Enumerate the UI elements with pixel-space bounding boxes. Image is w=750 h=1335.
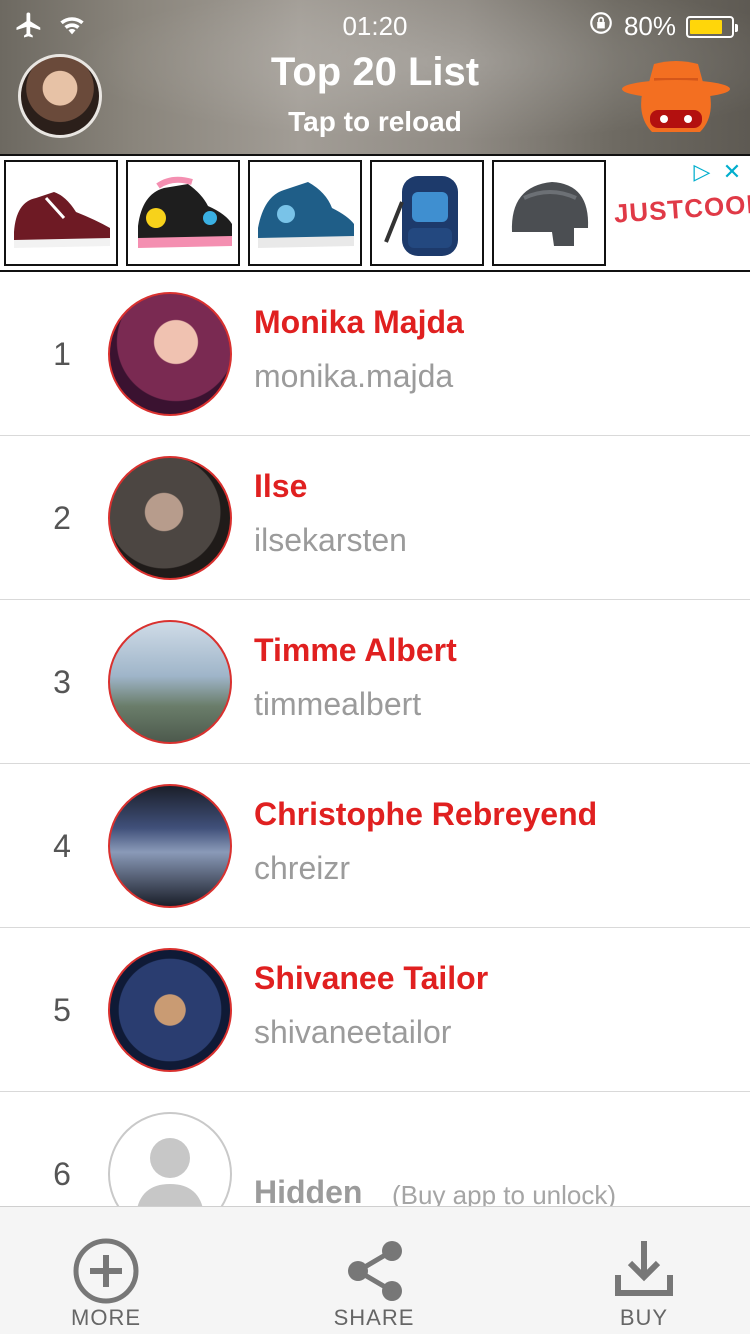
list-item[interactable]: 1 Monika Majda monika.majda	[0, 272, 750, 436]
user-name: Timme Albert	[254, 632, 457, 668]
rank-number: 6	[53, 1156, 71, 1192]
user-handle: shivaneetailor	[254, 1014, 452, 1050]
list-item[interactable]: 5 Shivanee Tailor shivaneetailor	[0, 928, 750, 1092]
buy-label: BUY	[619, 1305, 669, 1330]
adchoices-icon[interactable]: ▷	[688, 158, 716, 186]
orientation-lock-icon	[588, 10, 614, 43]
status-right: 80%	[588, 10, 738, 43]
rank-number: 3	[53, 664, 71, 700]
avatar[interactable]	[108, 784, 232, 908]
share-label: SHARE	[333, 1305, 415, 1330]
ad-item-sneaker[interactable]	[4, 160, 118, 266]
rank-number: 1	[53, 336, 71, 372]
rank-number: 4	[53, 828, 71, 864]
ad-item-helmet[interactable]	[492, 160, 606, 266]
status-bar: 01:20 80%	[0, 0, 750, 50]
buy-button[interactable]: BUY	[564, 1207, 724, 1335]
ad-item-heelys-pink[interactable]	[126, 160, 240, 266]
user-handle: chreizr	[254, 850, 351, 886]
top-list: 1 Monika Majda monika.majda 2 Ilse ilsek…	[0, 272, 750, 1256]
share-icon	[334, 1231, 414, 1311]
user-handle: ilsekarsten	[254, 522, 407, 558]
avatar[interactable]	[108, 620, 232, 744]
ad-controls: ▷ ✕	[688, 158, 746, 186]
ad-close-icon[interactable]: ✕	[718, 158, 746, 186]
ad-banner[interactable]: JUSTCOOL! ▷ ✕	[0, 154, 750, 272]
list-item[interactable]: 3 Timme Albert timmealbert	[0, 600, 750, 764]
more-button[interactable]: MORE	[26, 1207, 186, 1335]
share-button[interactable]: SHARE	[294, 1207, 454, 1335]
user-handle: monika.majda	[254, 358, 454, 394]
spy-icon[interactable]	[620, 56, 732, 138]
rank-number: 5	[53, 992, 71, 1028]
battery-icon	[686, 15, 738, 38]
user-handle: timmealbert	[254, 686, 422, 722]
user-name: Ilse	[254, 468, 308, 504]
user-name: Shivanee Tailor	[254, 960, 489, 996]
avatar[interactable]	[108, 948, 232, 1072]
avatar[interactable]	[108, 456, 232, 580]
list-item[interactable]: 2 Ilse ilsekarsten	[0, 436, 750, 600]
user-name: Christophe Rebreyend	[254, 796, 598, 832]
battery-percent: 80%	[623, 11, 676, 41]
ad-item-heelys-blue[interactable]	[248, 160, 362, 266]
battery-fill	[690, 19, 722, 34]
avatar[interactable]	[108, 292, 232, 416]
download-icon	[604, 1231, 684, 1311]
rank-number: 2	[53, 500, 71, 536]
bottom-toolbar: MORE SHARE BUY	[0, 1206, 750, 1334]
list-item[interactable]: 4 Christophe Rebreyend chreizr	[0, 764, 750, 928]
plus-circle-icon	[66, 1231, 146, 1311]
header[interactable]: 01:20 80% Top 20 List Tap to reload	[0, 0, 750, 154]
ad-brand-logo[interactable]: JUSTCOOL!	[613, 188, 750, 234]
more-label: MORE	[71, 1305, 141, 1330]
ad-item-backpack[interactable]	[370, 160, 484, 266]
user-name: Monika Majda	[254, 304, 464, 340]
